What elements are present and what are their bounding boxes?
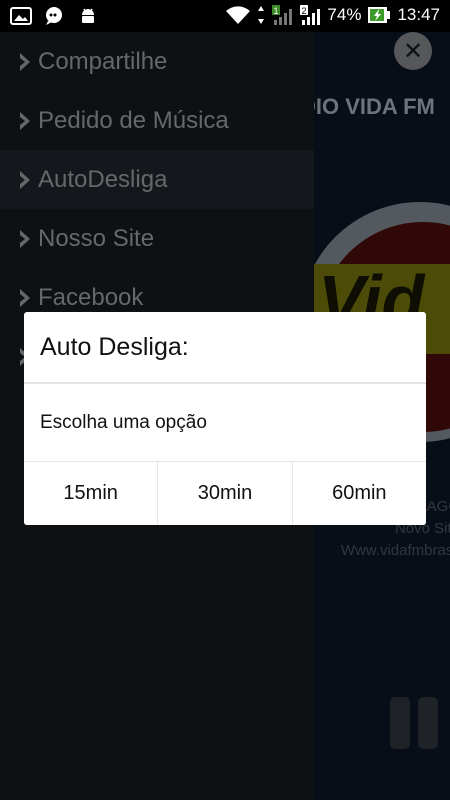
option-30min-button[interactable]: 30min [158,462,293,525]
svg-text:1: 1 [274,6,279,16]
status-bar: 1 2 74% 13:47 [0,0,450,32]
svg-text:2: 2 [302,6,307,16]
signal-sim2-icon: 2 [299,4,321,26]
battery-charging-icon [367,6,391,24]
battery-percent: 74% [327,5,362,24]
auto-desliga-dialog: Auto Desliga: Escolha uma opção 15min 30… [24,312,426,525]
dialog-title: Auto Desliga: [24,312,426,384]
option-60min-button[interactable]: 60min [292,462,426,525]
option-15min-button[interactable]: 15min [24,462,159,525]
dialog-message: Escolha uma opção [24,384,426,462]
wifi-icon [225,5,251,25]
signal-sim1-icon: 1 [271,4,293,26]
dialog-options: 15min 30min 60min [24,462,426,525]
android-icon [78,6,98,26]
image-icon [10,7,32,25]
chat-bubble-icon [44,6,66,26]
data-transfer-icon [257,5,265,25]
clock: 13:47 [397,5,440,24]
